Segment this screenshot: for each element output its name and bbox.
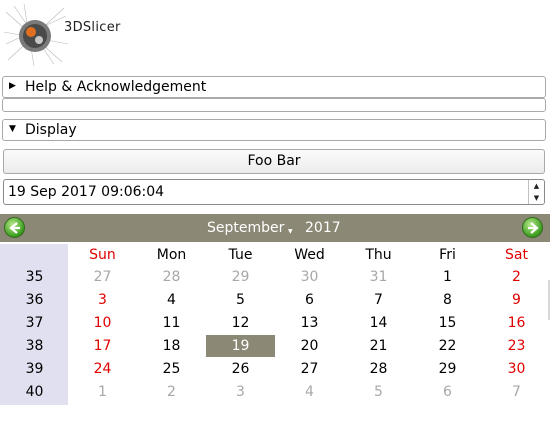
month-dropdown-icon[interactable]: ▼ [288, 228, 293, 235]
calendar-day[interactable]: 9 [482, 289, 551, 311]
calendar-day[interactable]: 5 [344, 381, 413, 403]
calendar-day[interactable]: 17 [68, 335, 137, 357]
weekday-header: Sun [89, 247, 116, 263]
calendar-day[interactable]: 16 [482, 312, 551, 334]
calendar-day[interactable]: 5 [206, 289, 275, 311]
calendar-day[interactable]: 28 [344, 358, 413, 380]
calendar-day[interactable]: 27 [275, 358, 344, 380]
calendar-day[interactable]: 3 [206, 381, 275, 403]
calendar-day[interactable]: 3 [68, 289, 137, 311]
datetime-spinbox[interactable]: ▲ ▼ [528, 180, 544, 204]
calendar-day[interactable]: 23 [482, 335, 551, 357]
calendar-day[interactable]: 29 [206, 266, 275, 288]
calendar-day[interactable]: 25 [137, 358, 206, 380]
calendar-day[interactable]: 31 [344, 266, 413, 288]
calendar-day[interactable]: 26 [206, 358, 275, 380]
month-selector[interactable]: September [207, 220, 284, 236]
calendar-day[interactable]: 7 [482, 381, 551, 403]
calendar-day[interactable]: 14 [344, 312, 413, 334]
calendar-day[interactable]: 30 [275, 266, 344, 288]
week-number: 36 [25, 292, 44, 308]
calendar-day[interactable]: 4 [137, 289, 206, 311]
calendar-day[interactable]: 2 [482, 266, 551, 288]
weekday-header: Fri [439, 247, 456, 263]
calendar-day[interactable]: 1 [413, 266, 482, 288]
calendar-day[interactable]: 27 [68, 266, 137, 288]
help-acknowledgement-section[interactable]: ▶ Help & Acknowledgement [2, 76, 546, 98]
calendar-day[interactable]: 6 [413, 381, 482, 403]
help-section-label: Help & Acknowledgement [25, 79, 207, 95]
week-number: 37 [25, 315, 44, 331]
weekday-header: Tue [228, 247, 253, 263]
weekday-header: Thu [365, 247, 392, 263]
spin-down-icon[interactable]: ▼ [529, 192, 544, 204]
calendar-day[interactable]: 20 [275, 335, 344, 357]
help-section-body [2, 98, 546, 112]
display-section[interactable]: ▼ Display [2, 119, 546, 141]
calendar-day[interactable]: 29 [413, 358, 482, 380]
collapsed-arrow-icon: ▶ [9, 81, 16, 91]
expanded-arrow-icon: ▼ [9, 124, 16, 134]
app-title: 3DSlicer [64, 20, 121, 35]
spin-up-icon[interactable]: ▲ [529, 180, 544, 192]
year-selector[interactable]: 2017 [305, 220, 341, 236]
calendar-day[interactable]: 4 [275, 381, 344, 403]
selected-calendar-day[interactable]: 19 [206, 335, 275, 357]
calendar-day[interactable]: 21 [344, 335, 413, 357]
calendar-day[interactable]: 28 [137, 266, 206, 288]
calendar-navigation-bar: September ▼ 2017 [0, 214, 550, 242]
weekday-header: Wed [294, 247, 325, 263]
calendar-day[interactable]: 12 [206, 312, 275, 334]
calendar-day[interactable]: 1 [68, 381, 137, 403]
calendar-day[interactable]: 6 [275, 289, 344, 311]
next-month-icon[interactable] [522, 217, 543, 238]
calendar-day[interactable]: 15 [413, 312, 482, 334]
calendar-day[interactable]: 22 [413, 335, 482, 357]
datetime-value[interactable]: 19 Sep 2017 09:06:04 [8, 184, 164, 200]
foo-bar-button[interactable]: Foo Bar [3, 149, 545, 174]
weekday-header: Mon [156, 247, 187, 263]
calendar-day[interactable]: 7 [344, 289, 413, 311]
calendar-day[interactable]: 24 [68, 358, 137, 380]
scrollbar-handle[interactable] [548, 280, 550, 320]
calendar-day[interactable]: 30 [482, 358, 551, 380]
calendar-day[interactable]: 11 [137, 312, 206, 334]
calendar-day[interactable]: 8 [413, 289, 482, 311]
weekday-header: Sat [505, 247, 528, 263]
calendar-day[interactable]: 10 [68, 312, 137, 334]
slicer-logo-icon [3, 3, 70, 67]
week-number: 38 [25, 338, 44, 354]
datetime-edit[interactable]: 19 Sep 2017 09:06:04 ▲ ▼ [3, 179, 545, 205]
calendar-day[interactable]: 18 [137, 335, 206, 357]
calendar-day[interactable]: 2 [137, 381, 206, 403]
app-header: 3DSlicer [0, 0, 552, 70]
calendar-day[interactable]: 13 [275, 312, 344, 334]
week-number: 39 [25, 361, 44, 377]
previous-month-icon[interactable] [4, 217, 25, 238]
week-number: 35 [25, 269, 44, 285]
display-section-label: Display [25, 122, 77, 138]
week-number: 40 [25, 384, 44, 400]
